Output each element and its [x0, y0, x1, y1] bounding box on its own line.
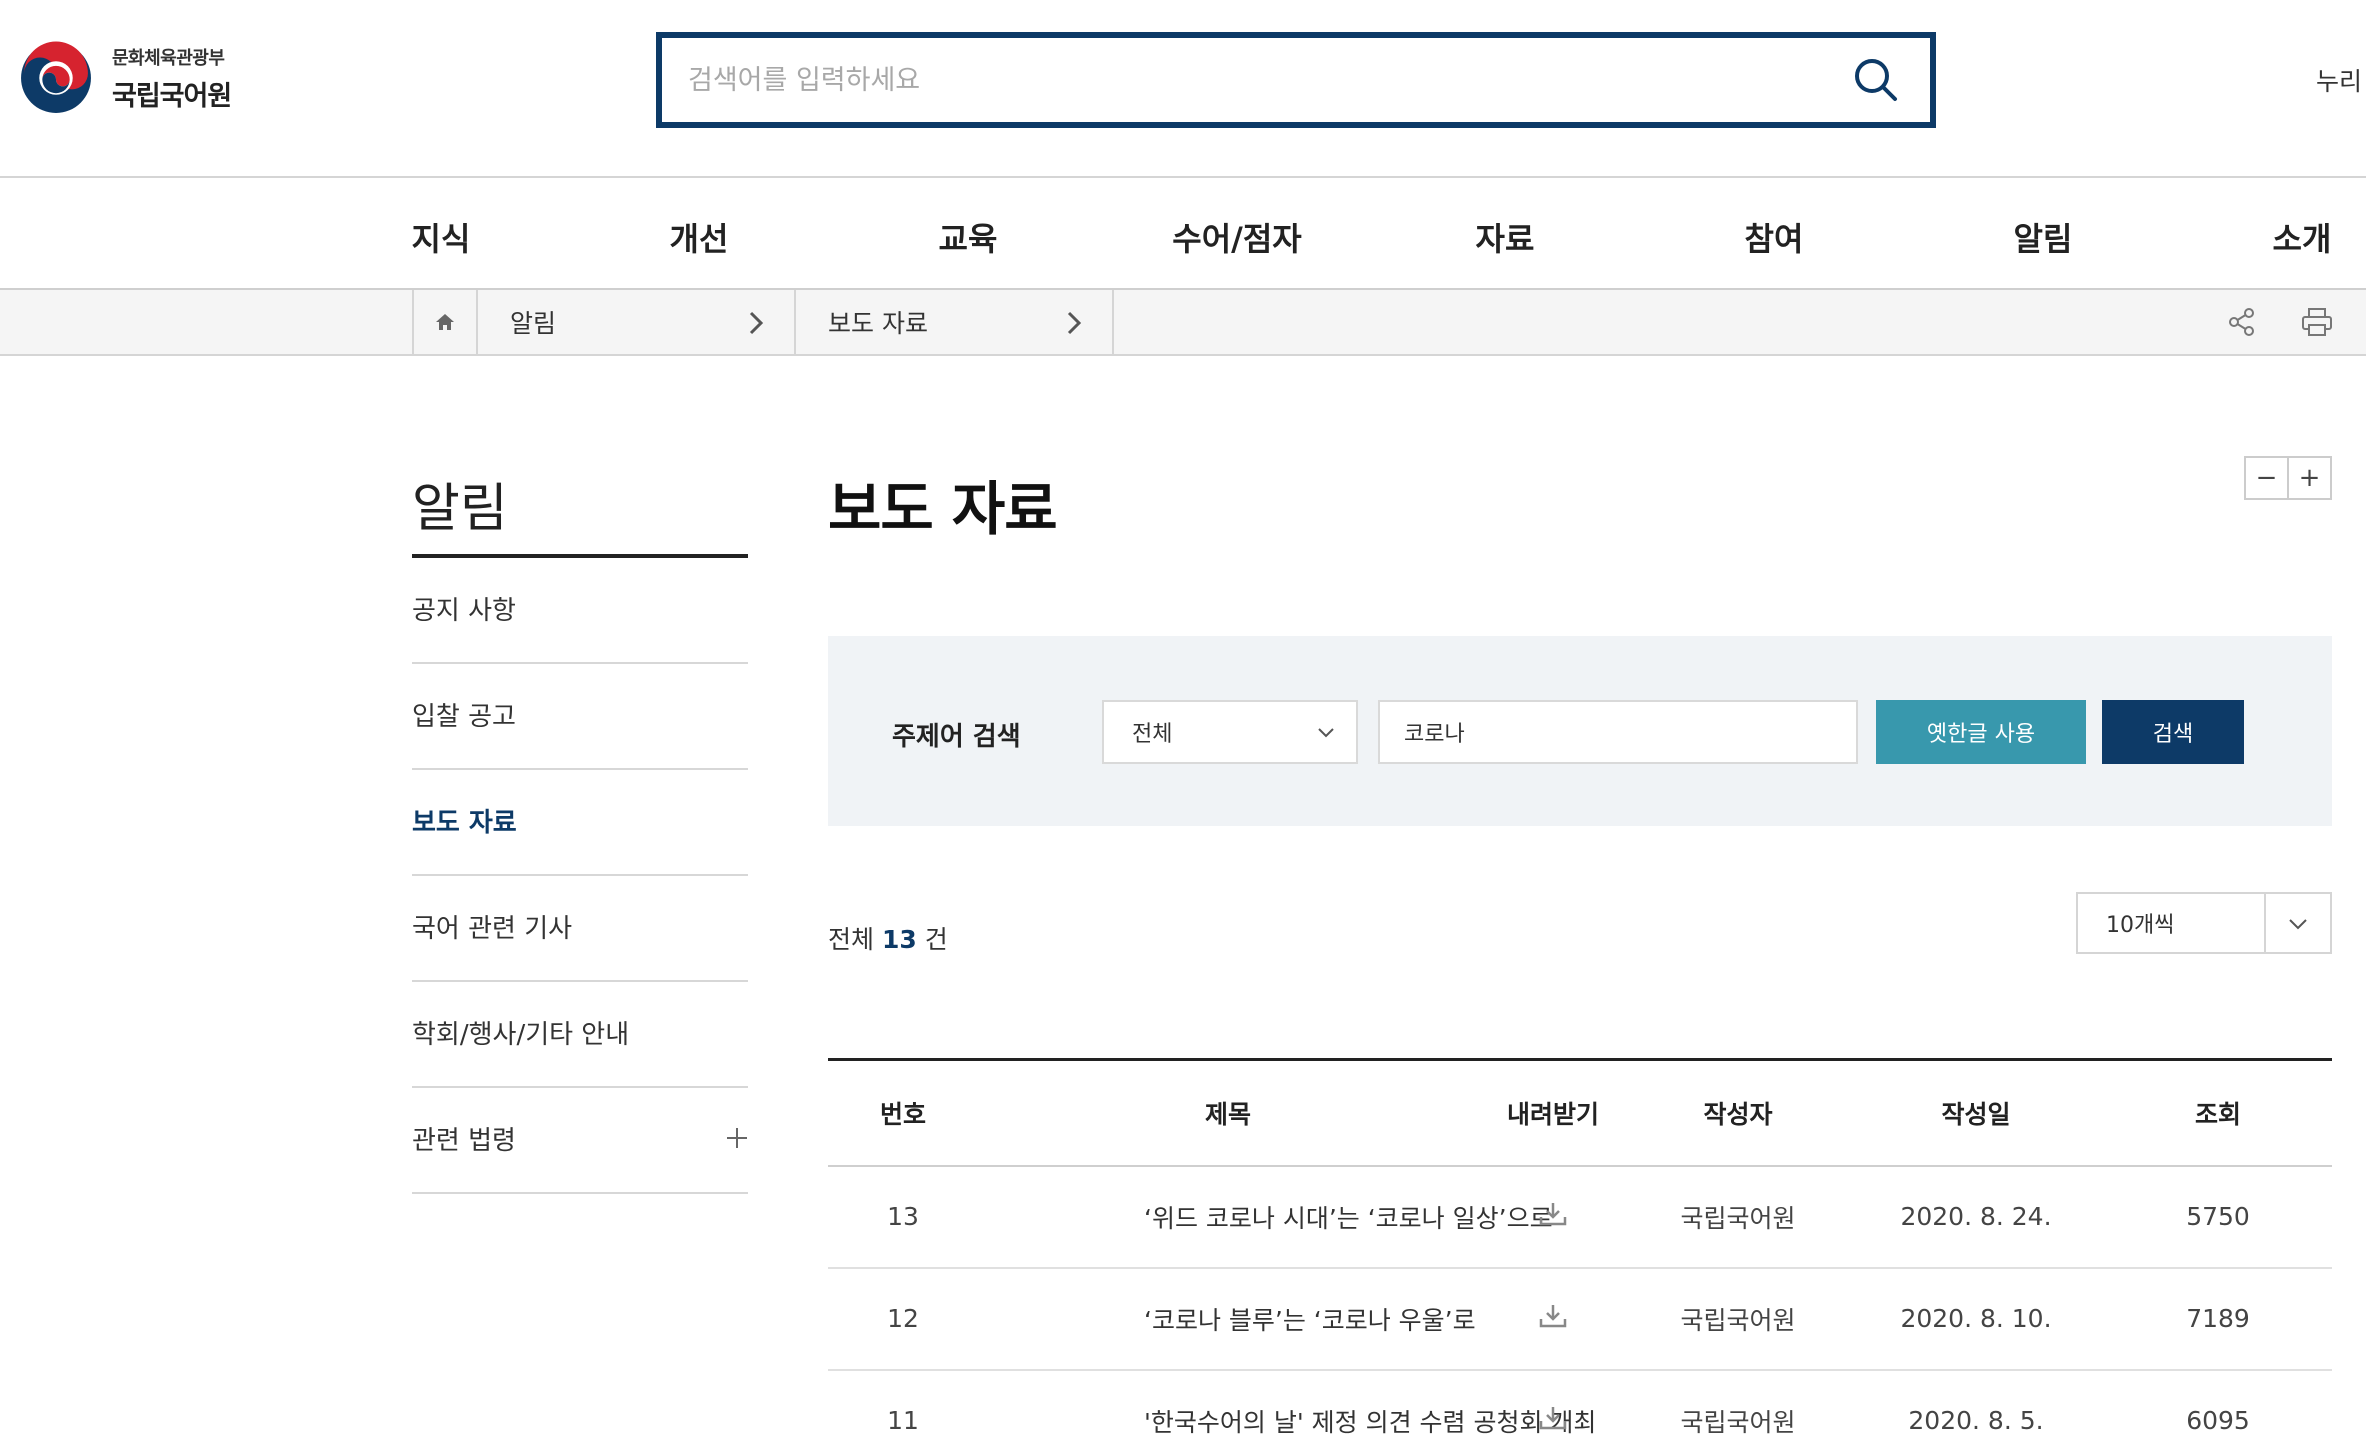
total-count: 전체 13 건: [828, 920, 948, 956]
col-header-author: 작성자: [1628, 1059, 1848, 1167]
gnb-item-sign-braille[interactable]: 수어/점자: [1172, 214, 1301, 260]
institute-name: 국립국어원: [112, 80, 232, 112]
col-header-title: 제목: [978, 1059, 1478, 1167]
total-number: 13: [881, 925, 917, 954]
gnb-item-knowledge[interactable]: 지식: [412, 214, 471, 260]
per-page-select[interactable]: 10개씩: [2076, 892, 2332, 954]
filter-scope-value: 전체: [1132, 722, 1173, 747]
lnb-item-label: 보도 자료: [412, 807, 517, 838]
col-header-download: 내려받기: [1478, 1059, 1628, 1167]
row-author: 국립국어원: [1628, 1267, 1848, 1371]
breadcrumb-item-label: 보도 자료: [828, 309, 928, 338]
nuri-link[interactable]: 누리: [2316, 62, 2362, 98]
row-views: 5750: [2104, 1165, 2332, 1269]
gnb-item-improvement[interactable]: 개선: [670, 214, 729, 260]
lnb-item-articles[interactable]: 국어 관련 기사: [412, 876, 748, 982]
row-author: 국립국어원: [1628, 1165, 1848, 1269]
row-number: 13: [828, 1165, 978, 1269]
chevron-right-icon: [1067, 311, 1082, 335]
home-icon: [436, 314, 454, 330]
print-icon: [2302, 308, 2332, 336]
row-number: 12: [828, 1267, 978, 1371]
row-date: 2020. 8. 24.: [1848, 1165, 2104, 1269]
page-title: 보도 자료: [828, 475, 1058, 543]
share-icon: [2229, 308, 2254, 336]
table-row: 12 ‘코로나 블루’는 ‘코로나 우울’로 국립국어원 2020. 8. 10…: [828, 1267, 2332, 1371]
lnb-item-label: 입찰 공고: [412, 701, 516, 732]
global-search-input[interactable]: [688, 64, 1848, 96]
global-search: [656, 32, 1936, 128]
taegeuk-logo-icon: [21, 41, 91, 113]
press-release-table: 번호 제목 내려받기 작성자 작성일 조회 13 ‘위드 코로나 시대’는 ‘코…: [828, 1058, 2332, 1440]
lnb-item-label: 국어 관련 기사: [412, 913, 573, 944]
download-button[interactable]: [1539, 1201, 1567, 1227]
row-title-link[interactable]: '한국수어의 날' 제정 의견 수렴 공청회 개최: [978, 1369, 1596, 1440]
main-navigation: 지식 개선 교육 수어/점자 자료 참여 알림 소개: [0, 176, 2366, 290]
lnb-item-label: 공지 사항: [412, 595, 516, 626]
lnb-item-press-releases[interactable]: 보도 자료: [412, 770, 748, 876]
download-button[interactable]: [1539, 1303, 1567, 1329]
row-date: 2020. 8. 5.: [1848, 1369, 2104, 1440]
global-search-button[interactable]: [1848, 52, 1904, 108]
table-header-row: 번호 제목 내려받기 작성자 작성일 조회: [828, 1059, 2332, 1167]
breadcrumb-item-label: 알림: [510, 309, 557, 338]
zoom-in-button[interactable]: +: [2287, 458, 2330, 498]
chevron-right-icon: [749, 311, 764, 335]
chevron-down-icon: [1318, 728, 1334, 738]
breadcrumb: 알림 보도 자료: [0, 290, 2366, 356]
row-author: 국립국어원: [1628, 1369, 1848, 1440]
keyword-input[interactable]: [1378, 700, 1858, 764]
zoom-out-button[interactable]: −: [2246, 458, 2287, 498]
per-page-value: 10개씩: [2106, 913, 2175, 938]
filter-search-button[interactable]: 검색: [2102, 700, 2244, 764]
ministry-name: 문화체육관광부: [112, 47, 225, 69]
lnb-item-laws[interactable]: 관련 법령: [412, 1088, 748, 1194]
row-title-link[interactable]: ‘코로나 블루’는 ‘코로나 우울’로: [978, 1267, 1478, 1371]
lnb-item-events[interactable]: 학회/행사/기타 안내: [412, 982, 748, 1088]
col-header-date: 작성일: [1848, 1059, 2104, 1167]
search-filter-panel: 주제어 검색 전체 옛한글 사용 검색: [828, 636, 2332, 826]
download-button[interactable]: [1539, 1405, 1567, 1431]
row-number: 11: [828, 1369, 978, 1440]
old-hangul-button[interactable]: 옛한글 사용: [1876, 700, 2086, 764]
lnb-item-notices[interactable]: 공지 사항: [412, 558, 748, 664]
lnb-item-label: 학회/행사/기타 안내: [412, 1019, 630, 1050]
site-logo[interactable]: 문화체육관광부 국립국어원: [18, 40, 232, 116]
download-icon: [1539, 1304, 1567, 1327]
row-title-link[interactable]: ‘위드 코로나 시대’는 ‘코로나 일상’으로: [978, 1165, 1553, 1269]
gnb-item-about[interactable]: 소개: [2273, 214, 2332, 260]
per-page-toggle[interactable]: [2264, 894, 2330, 952]
gnb-item-participation[interactable]: 참여: [1745, 214, 1804, 260]
share-button[interactable]: [2224, 304, 2260, 340]
row-download: [1478, 1267, 1628, 1371]
col-header-number: 번호: [828, 1059, 978, 1167]
breadcrumb-item-press[interactable]: 보도 자료: [796, 290, 1114, 354]
download-icon: [1539, 1406, 1567, 1429]
breadcrumb-home[interactable]: [412, 290, 478, 354]
lnb-title: 알림: [412, 479, 508, 539]
total-suffix: 건: [924, 925, 948, 954]
table-row: 11 '한국수어의 날' 제정 의견 수렴 공청회 개최 국립국어원 2020.…: [828, 1369, 2332, 1440]
row-views: 7189: [2104, 1267, 2332, 1371]
lnb-menu: 공지 사항 입찰 공고 보도 자료 국어 관련 기사 학회/행사/기타 안내 관…: [412, 558, 748, 1194]
download-icon: [1539, 1202, 1567, 1225]
row-views: 6095: [2104, 1369, 2332, 1440]
gnb-item-notice[interactable]: 알림: [2014, 214, 2073, 260]
filter-scope-select[interactable]: 전체: [1102, 700, 1358, 764]
breadcrumb-item-notice[interactable]: 알림: [478, 290, 796, 354]
filter-label: 주제어 검색: [892, 722, 1021, 752]
lnb-item-bids[interactable]: 입찰 공고: [412, 664, 748, 770]
table-row: 13 ‘위드 코로나 시대’는 ‘코로나 일상’으로 국립국어원 2020. 8…: [828, 1165, 2332, 1269]
gnb-item-resources[interactable]: 자료: [1476, 214, 1535, 260]
gnb-item-education[interactable]: 교육: [939, 214, 998, 260]
expand-plus-icon: [727, 1128, 747, 1148]
row-date: 2020. 8. 10.: [1848, 1267, 2104, 1371]
search-icon: [1855, 59, 1897, 101]
font-zoom-control: − +: [2244, 456, 2332, 500]
lnb-item-label: 관련 법령: [412, 1125, 516, 1156]
print-button[interactable]: [2299, 304, 2335, 340]
total-prefix: 전체: [828, 925, 875, 954]
chevron-down-icon: [2289, 919, 2307, 930]
col-header-views: 조회: [2104, 1059, 2332, 1167]
